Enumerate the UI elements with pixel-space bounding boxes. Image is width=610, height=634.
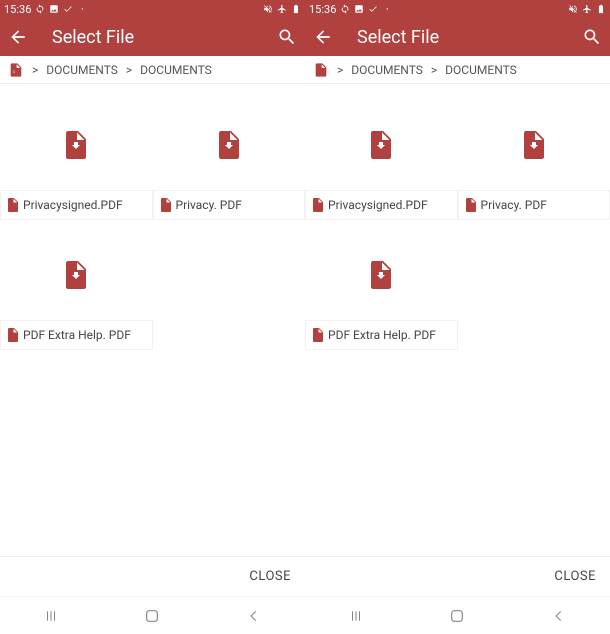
clock-time: 15:36 [4,3,31,16]
file-name: PDF Extra Help. PDF [328,328,436,342]
breadcrumb-separator: > [431,63,437,77]
dot-icon: • [77,4,87,14]
file-tile[interactable]: Privacysigned.PDF [0,100,153,230]
pdf-icon [64,131,88,159]
file-tile[interactable]: Privacy. PDF [458,100,610,230]
file-name: PDF Extra Help. PDF [23,328,131,342]
recent-apps-button[interactable] [31,606,71,626]
status-bar-right [263,4,301,14]
file-name: Privacy. PDF [176,198,242,212]
recent-apps-button[interactable] [336,606,376,626]
pdf-icon [312,198,324,212]
close-button[interactable]: CLOSE [249,569,291,584]
file-thumbnail [64,230,88,320]
home-button[interactable] [437,606,477,626]
file-thumbnail [369,100,393,190]
file-label-row: PDF Extra Help. PDF [305,320,458,350]
home-button[interactable] [132,606,172,626]
file-name: Privacy. PDF [481,198,547,212]
file-label-row: Privacysigned.PDF [0,190,153,220]
pdf-icon [64,261,88,289]
file-thumbnail [522,100,546,190]
close-button[interactable]: CLOSE [554,569,596,584]
pdf-icon [8,62,24,78]
pdf-icon [7,328,19,342]
back-button[interactable] [8,27,28,47]
breadcrumb[interactable]: > DOCUMENTS > DOCUMENTS [305,56,610,84]
breadcrumb-segment-2: DOCUMENTS [140,63,212,77]
breadcrumb-segment-1: DOCUMENTS [46,63,118,77]
status-bar: 15:36 • [305,0,610,18]
check-icon [63,4,73,14]
file-label-row: Privacy. PDF [458,190,610,220]
pdf-icon [369,261,393,289]
pdf-icon [522,131,546,159]
pdf-icon [369,131,393,159]
pdf-icon [7,198,19,212]
back-button[interactable] [313,27,333,47]
image-icon [49,4,59,14]
file-tile[interactable]: PDF Extra Help. PDF [305,230,458,360]
breadcrumb[interactable]: > DOCUMENTS > DOCUMENTS [0,56,305,84]
image-icon [354,4,364,14]
file-name: Privacysigned.PDF [328,198,428,212]
search-button[interactable] [582,27,602,47]
search-button[interactable] [277,27,297,47]
battery-icon [291,4,301,14]
app-bar: Select File [305,18,610,56]
system-nav-bar [0,596,305,634]
breadcrumb-segment-2: DOCUMENTS [445,63,517,77]
pdf-icon [312,328,324,342]
screen-left: 15:36 • Sel [0,0,305,634]
mute-icon [263,4,273,14]
status-bar-left: 15:36 • [309,3,392,16]
system-nav-bar [305,596,610,634]
pdf-icon [217,131,241,159]
screen-right: 15:36 • Sel [305,0,610,634]
file-thumbnail [369,230,393,320]
dot-icon: • [382,4,392,14]
file-tile[interactable]: Privacysigned.PDF [305,100,458,230]
airplane-icon [582,4,592,14]
back-nav-button[interactable] [234,606,274,626]
airplane-icon [277,4,287,14]
mute-icon [568,4,578,14]
file-grid: Privacysigned.PDF Privacy. PDF PDF Extra… [0,84,305,556]
clock-time: 15:36 [309,3,336,16]
bottom-action-bar: CLOSE [0,556,305,596]
battery-icon [596,4,606,14]
breadcrumb-separator: > [126,63,132,77]
pdf-icon [160,198,172,212]
bottom-action-bar: CLOSE [305,556,610,596]
file-tile[interactable]: Privacy. PDF [153,100,306,230]
sync-icon [340,4,350,14]
file-thumbnail [64,100,88,190]
pdf-icon [313,62,329,78]
file-name: Privacysigned.PDF [23,198,123,212]
app-title: Select File [357,27,566,48]
status-bar: 15:36 • [0,0,305,18]
status-bar-left: 15:36 • [4,3,87,16]
back-nav-button[interactable] [539,606,579,626]
file-grid: Privacysigned.PDF Privacy. PDF PDF Extra… [305,84,610,556]
sync-icon [35,4,45,14]
breadcrumb-separator: > [337,63,343,77]
file-label-row: Privacysigned.PDF [305,190,458,220]
file-tile[interactable]: PDF Extra Help. PDF [0,230,153,360]
file-label-row: PDF Extra Help. PDF [0,320,153,350]
pdf-icon [465,198,477,212]
app-title: Select File [52,27,261,48]
file-thumbnail [217,100,241,190]
status-bar-right [568,4,606,14]
check-icon [368,4,378,14]
app-bar: Select File [0,18,305,56]
breadcrumb-segment-1: DOCUMENTS [351,63,423,77]
file-label-row: Privacy. PDF [153,190,306,220]
breadcrumb-separator: > [32,63,38,77]
